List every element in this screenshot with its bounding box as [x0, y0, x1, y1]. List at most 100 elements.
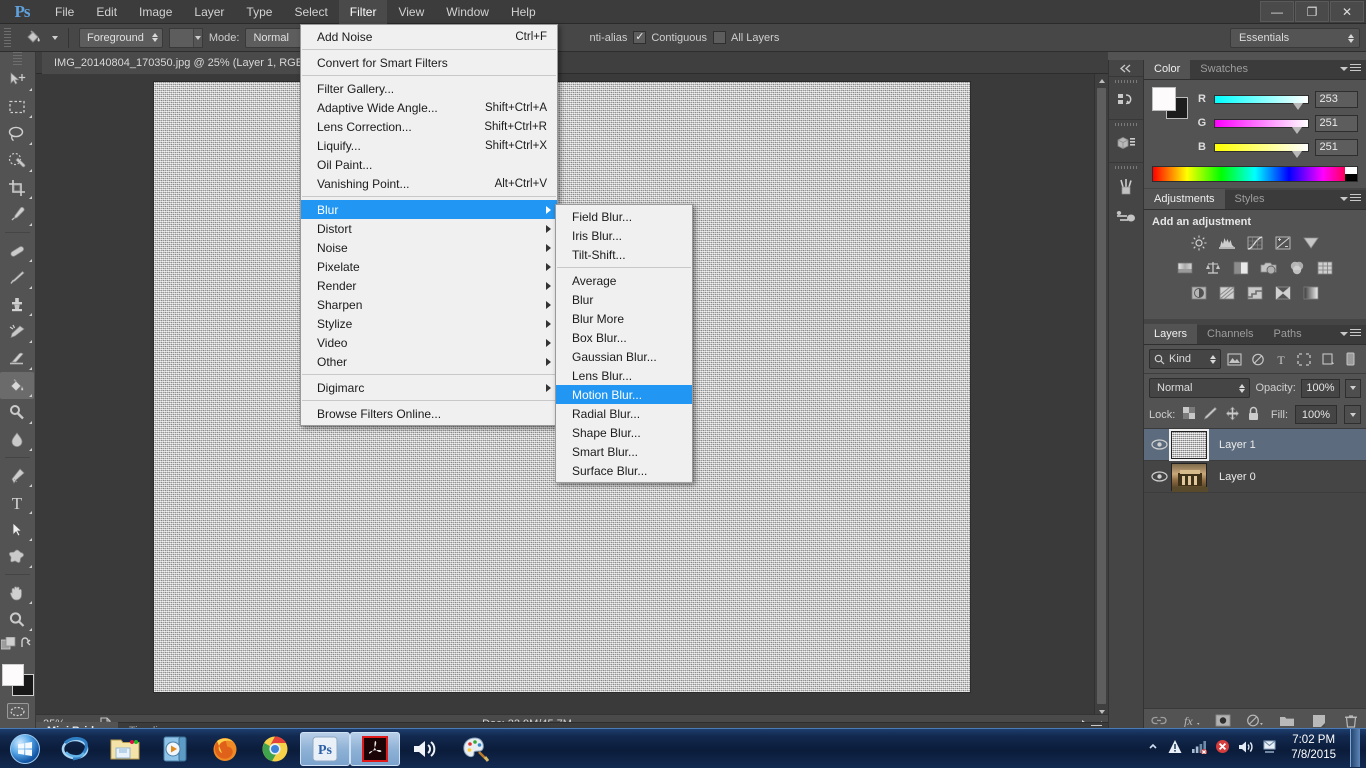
adobe-reader-icon[interactable]	[350, 731, 400, 766]
sidebar-item-move-tool[interactable]	[0, 66, 34, 93]
menu-item-shape-blur[interactable]: Shape Blur...	[556, 423, 692, 442]
menu-edit[interactable]: Edit	[85, 0, 128, 24]
sidebar-item-crop-tool[interactable]	[0, 174, 34, 201]
windows-explorer-icon[interactable]	[100, 731, 150, 767]
layer-thumbnail[interactable]	[1169, 428, 1209, 461]
sidebar-item-brush-tool[interactable]	[0, 264, 34, 291]
workspace-select[interactable]: Essentials	[1230, 28, 1360, 48]
tab-channels[interactable]: Channels	[1197, 324, 1263, 344]
menu-image[interactable]: Image	[128, 0, 183, 24]
threshold-icon[interactable]	[1245, 284, 1265, 302]
filter-toggle-icon[interactable]	[1341, 349, 1361, 369]
selective-color-icon[interactable]	[1273, 284, 1293, 302]
color-lookup-icon[interactable]	[1315, 259, 1335, 277]
canvas-vertical-scrollbar[interactable]	[1094, 74, 1108, 718]
menu-item-blur-more[interactable]: Blur More	[556, 309, 692, 328]
color-panel-menu-icon[interactable]	[1340, 64, 1361, 73]
sidebar-item-type-tool[interactable]: T	[0, 489, 34, 516]
foreground-color-swatch[interactable]	[1, 664, 24, 686]
menu-layer[interactable]: Layer	[183, 0, 235, 24]
adjustments-panel-menu-icon[interactable]	[1340, 194, 1361, 203]
lock-position-icon[interactable]	[1225, 406, 1240, 424]
menu-item-lens-correction[interactable]: Lens Correction... Shift+Ctrl+R	[301, 117, 557, 136]
filter-shape-icon[interactable]	[1294, 349, 1314, 369]
add-layer-mask-icon[interactable]	[1214, 712, 1232, 730]
menu-item-average[interactable]: Average	[556, 271, 692, 290]
volume-tray-icon[interactable]	[1238, 740, 1254, 757]
3d-properties-icon[interactable]	[1109, 129, 1143, 159]
menu-select[interactable]: Select	[283, 0, 338, 24]
photoshop-icon[interactable]: Ps	[300, 731, 350, 766]
paint-icon[interactable]	[450, 731, 500, 767]
new-layer-icon[interactable]	[1310, 712, 1328, 730]
menu-item-noise[interactable]: Noise	[301, 238, 557, 257]
r-slider-track[interactable]	[1213, 94, 1309, 110]
menu-item-convert-for-smart-filters[interactable]: Convert for Smart Filters	[301, 53, 557, 72]
sidebar-item-pen-tool[interactable]	[0, 462, 34, 489]
color-spectrum-ramp[interactable]	[1152, 166, 1358, 182]
lock-all-icon[interactable]	[1247, 406, 1260, 424]
fill-source-select[interactable]: Foreground	[79, 27, 163, 48]
sidebar-item-dodge-tool[interactable]	[0, 399, 34, 426]
gradient-map-icon[interactable]	[1301, 284, 1321, 302]
chevron-down-icon[interactable]	[192, 28, 202, 47]
rail-grip[interactable]	[1109, 77, 1143, 86]
b-slider-track[interactable]	[1213, 142, 1309, 158]
foreground-color-swatch[interactable]	[1152, 87, 1176, 111]
menu-item-oil-paint[interactable]: Oil Paint...	[301, 155, 557, 174]
sidebar-item-healing-brush-tool[interactable]	[0, 237, 34, 264]
layer-name[interactable]: Layer 0	[1207, 471, 1256, 483]
volume-app-icon[interactable]	[400, 731, 450, 767]
invert-icon[interactable]	[1189, 284, 1209, 302]
menu-help[interactable]: Help	[500, 0, 547, 24]
all-layers-checkbox[interactable]: All Layers	[713, 31, 779, 44]
tab-layers[interactable]: Layers	[1144, 324, 1198, 344]
blur-submenu[interactable]: Field Blur... Iris Blur... Tilt-Shift...…	[555, 204, 693, 483]
fill-value[interactable]: 100%	[1295, 405, 1337, 424]
curves-icon[interactable]	[1245, 234, 1265, 252]
brightness-contrast-icon[interactable]	[1189, 234, 1209, 252]
black-white-icon[interactable]	[1231, 259, 1251, 277]
exposure-icon[interactable]	[1273, 234, 1293, 252]
menu-item-smart-blur[interactable]: Smart Blur...	[556, 442, 692, 461]
menu-item-browse-filters-online[interactable]: Browse Filters Online...	[301, 404, 557, 423]
opacity-dropdown-icon[interactable]	[1345, 378, 1361, 398]
menu-item-box-blur[interactable]: Box Blur...	[556, 328, 692, 347]
show-hidden-icon[interactable]	[1147, 741, 1159, 756]
menu-item-pixelate[interactable]: Pixelate	[301, 257, 557, 276]
sidebar-item-paint-bucket-tool[interactable]	[0, 372, 34, 399]
menu-item-video[interactable]: Video	[301, 333, 557, 352]
edit-in-quick-mask-small-icon[interactable]	[0, 636, 17, 654]
tab-adjustments[interactable]: Adjustments	[1144, 189, 1225, 209]
menu-item-iris-blur[interactable]: Iris Blur...	[556, 226, 692, 245]
menu-item-vanishing-point[interactable]: Vanishing Point... Alt+Ctrl+V	[301, 174, 557, 193]
contiguous-checkbox[interactable]: ✓ Contiguous	[633, 31, 707, 44]
foreground-background-color[interactable]	[1, 663, 35, 697]
g-slider-track[interactable]	[1213, 118, 1309, 134]
swap-colors-icon[interactable]	[20, 636, 34, 654]
sidebar-item-eyedropper-tool[interactable]	[0, 201, 34, 228]
table-row[interactable]: Layer 0	[1144, 461, 1366, 493]
options-bar-grip[interactable]	[4, 27, 11, 48]
tab-styles[interactable]: Styles	[1225, 189, 1275, 209]
opacity-value[interactable]: 100%	[1300, 378, 1341, 398]
menu-item-blur[interactable]: Blur	[301, 200, 557, 219]
brush-presets-icon[interactable]	[1109, 172, 1143, 202]
sidebar-item-zoom-tool[interactable]	[0, 606, 34, 633]
flag-icon[interactable]	[1262, 739, 1277, 757]
antivirus-icon[interactable]	[1215, 739, 1230, 757]
link-layers-icon[interactable]	[1150, 712, 1168, 730]
levels-icon[interactable]	[1217, 234, 1237, 252]
vertical-scroll-thumb[interactable]	[1097, 88, 1106, 704]
hue-saturation-icon[interactable]	[1175, 259, 1195, 277]
sidebar-item-clone-stamp-tool[interactable]	[0, 291, 34, 318]
color-slider-g[interactable]: G 251	[1196, 111, 1358, 135]
restore-button[interactable]: ❐	[1295, 1, 1329, 22]
color-panel-swatches[interactable]	[1152, 87, 1188, 119]
photo-filter-icon[interactable]	[1259, 259, 1279, 277]
rail-grip[interactable]	[1109, 163, 1143, 172]
menu-item-digimarc[interactable]: Digimarc	[301, 378, 557, 397]
minimize-button[interactable]: —	[1260, 1, 1294, 22]
menu-filter[interactable]: Filter	[338, 0, 388, 24]
show-desktop-button[interactable]	[1350, 729, 1360, 767]
